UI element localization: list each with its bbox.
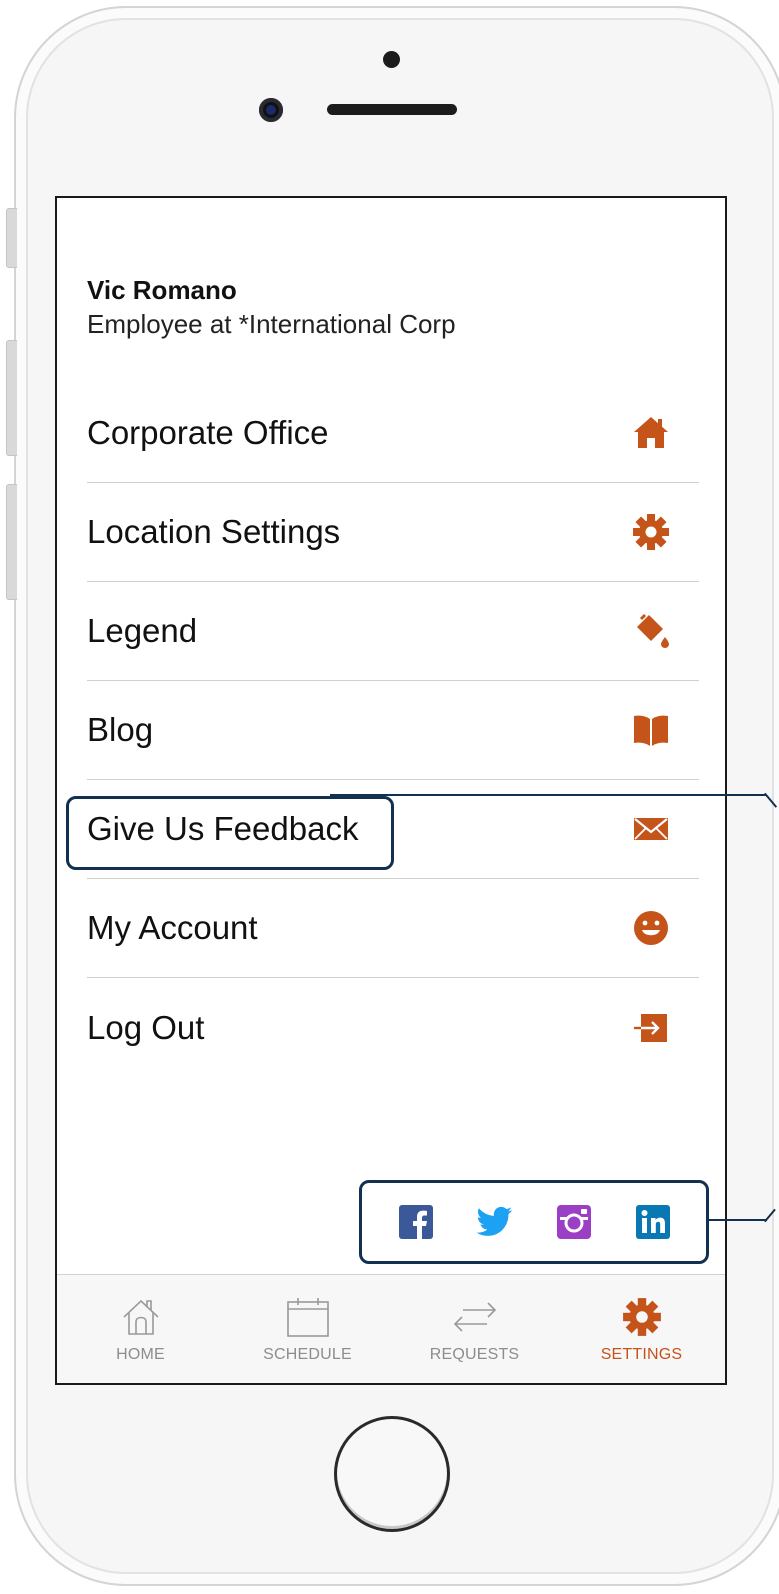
phone-mockup: Vic Romano Employee at *International Co…: [0, 0, 779, 1594]
menu-item-label: Legend: [87, 612, 198, 649]
home-outline-icon: [117, 1294, 165, 1340]
proximity-sensor: [383, 51, 400, 68]
smiley-icon: [627, 904, 675, 952]
menu-item-my-account[interactable]: My Account: [87, 879, 699, 978]
mute-switch: [6, 208, 17, 268]
social-links: [359, 1180, 709, 1264]
facebook-icon[interactable]: [398, 1204, 434, 1240]
sign-out-icon: [627, 1004, 675, 1052]
menu-item-label: Corporate Office: [87, 414, 329, 451]
menu-item-label: My Account: [87, 909, 258, 946]
settings-screen: Vic Romano Employee at *International Co…: [55, 196, 727, 1385]
user-profile: Vic Romano Employee at *International Co…: [87, 274, 456, 340]
book-icon: [627, 706, 675, 754]
calendar-icon: [284, 1294, 332, 1340]
tab-label: SCHEDULE: [263, 1346, 352, 1363]
menu-item-legend[interactable]: Legend: [87, 582, 699, 681]
menu-item-location-settings[interactable]: Location Settings: [87, 483, 699, 582]
swap-arrows-icon: [451, 1294, 499, 1340]
gear-icon: [618, 1294, 666, 1340]
menu-item-blog[interactable]: Blog: [87, 681, 699, 780]
menu-item-label: Blog: [87, 711, 154, 748]
earpiece-speaker: [327, 104, 457, 115]
volume-down-button: [6, 484, 17, 600]
paint-bucket-icon: [627, 607, 675, 655]
tab-settings[interactable]: SETTINGS: [558, 1275, 725, 1383]
gear-icon: [627, 508, 675, 556]
menu-item-log-out[interactable]: Log Out: [87, 978, 699, 1077]
menu-item-corporate-office[interactable]: Corporate Office: [87, 384, 699, 483]
front-camera: [259, 98, 283, 122]
home-icon: [627, 409, 675, 457]
envelope-icon: [627, 805, 675, 853]
menu-item-label: Give Us Feedback: [87, 810, 359, 847]
tab-label: REQUESTS: [429, 1346, 520, 1363]
menu-item-label: Log Out: [87, 1008, 205, 1046]
twitter-icon[interactable]: [476, 1204, 513, 1240]
menu-item-label: Location Settings: [87, 513, 341, 550]
social-callout-line: [707, 1219, 767, 1221]
tab-label: SETTINGS: [600, 1346, 683, 1363]
home-button[interactable]: [334, 1416, 450, 1532]
tab-label: HOME: [116, 1346, 165, 1363]
instagram-icon[interactable]: [556, 1204, 592, 1240]
tab-schedule[interactable]: SCHEDULE: [224, 1275, 391, 1383]
settings-menu: Corporate Office Location Settings Legen…: [87, 384, 699, 1077]
linkedin-icon[interactable]: [635, 1204, 671, 1240]
user-name: Vic Romano: [87, 275, 237, 305]
user-role: Employee at *International Corp: [87, 309, 456, 339]
feedback-callout-line: [330, 794, 766, 796]
tab-home[interactable]: HOME: [57, 1275, 224, 1383]
tab-requests[interactable]: REQUESTS: [391, 1275, 558, 1383]
tab-bar: HOME SCHEDULE REQUESTS SETTINGS: [57, 1274, 725, 1383]
volume-up-button: [6, 340, 17, 456]
